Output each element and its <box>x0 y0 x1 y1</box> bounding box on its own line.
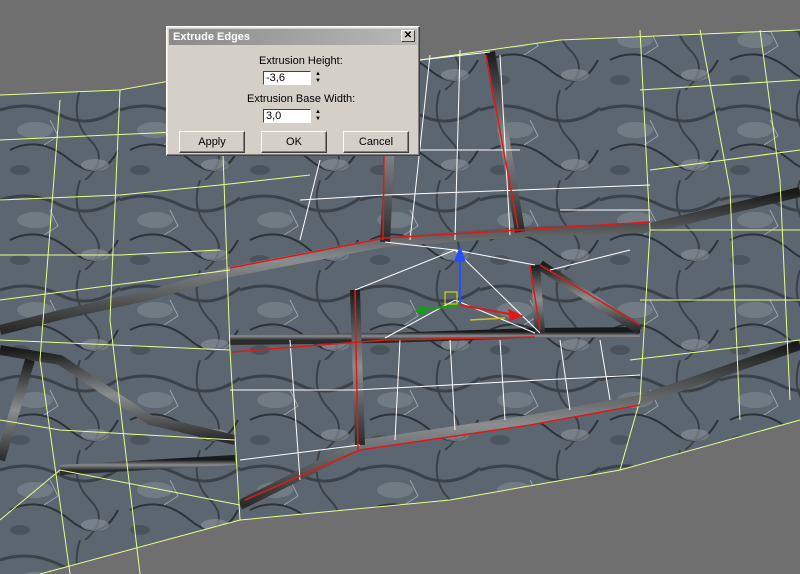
extrusion-base-width-spinner: ▲ ▼ <box>263 109 325 123</box>
extrusion-height-label: Extrusion Height: <box>259 55 343 67</box>
close-icon[interactable]: ✕ <box>401 30 415 42</box>
apply-button[interactable]: Apply <box>179 131 245 153</box>
extrusion-base-width-spin-arrows[interactable]: ▲ ▼ <box>313 109 323 123</box>
cancel-button[interactable]: Cancel <box>343 131 409 153</box>
extrusion-height-input[interactable] <box>263 71 311 85</box>
ok-button[interactable]: OK <box>261 131 327 153</box>
spin-up-icon[interactable]: ▲ <box>313 71 323 78</box>
extrusion-base-width-input[interactable] <box>263 109 311 123</box>
extrusion-height-spinner: ▲ ▼ <box>263 71 325 85</box>
extrude-edges-dialog: Extrude Edges ✕ Extrusion Height: ▲ ▼ Ex… <box>166 26 420 156</box>
spin-up-icon[interactable]: ▲ <box>313 109 323 116</box>
spin-down-icon[interactable]: ▼ <box>313 116 323 123</box>
spin-down-icon[interactable]: ▼ <box>313 78 323 85</box>
dialog-title: Extrude Edges <box>173 31 251 43</box>
dialog-titlebar[interactable]: Extrude Edges ✕ <box>169 29 417 45</box>
extrusion-base-width-label: Extrusion Base Width: <box>247 93 356 105</box>
extrusion-height-spin-arrows[interactable]: ▲ ▼ <box>313 71 323 85</box>
